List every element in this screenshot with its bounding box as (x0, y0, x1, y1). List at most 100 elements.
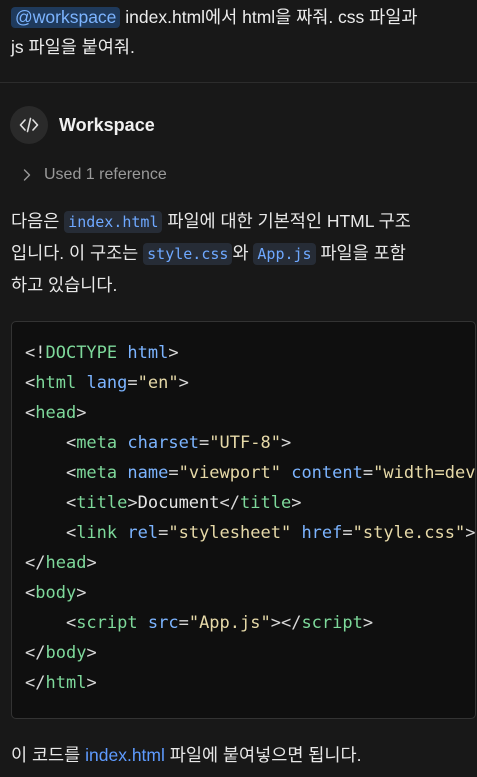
code-token: html (45, 673, 87, 693)
code-token: href (301, 523, 343, 543)
user-message-line-2: js 파일을 붙여줘. (11, 37, 135, 57)
code-token: "viewport" (178, 463, 281, 483)
code-token: </ (25, 553, 46, 573)
code-token: </ (219, 493, 240, 513)
code-token: "en" (137, 373, 179, 393)
code-line: <html lang="en"> (25, 368, 475, 398)
code-token: = (199, 433, 210, 453)
code-token: content (291, 463, 363, 483)
chevron-right-icon (22, 168, 32, 182)
code-token: > (127, 493, 138, 513)
code-token: < (25, 433, 77, 453)
code-token: "App.js" (188, 613, 271, 633)
references-toggle[interactable]: Used 1 reference (22, 162, 167, 188)
code-token: = (158, 523, 169, 543)
code-token: < (25, 583, 36, 603)
code-token: < (25, 403, 36, 423)
code-token: link (76, 523, 118, 543)
code-icon (10, 106, 48, 144)
user-message: @workspace index.html에서 html을 짜줘. css 파일… (11, 2, 473, 62)
code-token: rel (127, 523, 159, 543)
code-token: < (25, 493, 77, 513)
workspace-mention[interactable]: @workspace (11, 7, 121, 28)
code-line: <meta charset="UTF-8"> (25, 428, 475, 458)
code-line: <meta name="viewport" content="width=dev… (25, 458, 476, 488)
message-divider (0, 82, 477, 83)
code-token: = (168, 463, 179, 483)
code-token: script (76, 613, 138, 633)
code-token: charset (127, 433, 200, 453)
code-line: </body> (25, 638, 475, 668)
code-token: head (45, 553, 87, 573)
code-line: <!DOCTYPE html> (25, 338, 475, 368)
code-token: = (342, 523, 353, 543)
response-line-1: 다음은 index.html 파일에 대한 기본적인 HTML 구조 (11, 206, 477, 238)
code-token: </ (25, 643, 46, 663)
code-line: <script src="App.js"></script> (25, 608, 475, 638)
code-token: body (35, 583, 77, 603)
response-text: 파일에 대한 기본적인 HTML 구조 (162, 211, 411, 231)
code-token: = (362, 463, 374, 483)
code-content: <!DOCTYPE html> <html lang="en"> <head> <m… (25, 338, 476, 698)
code-token: "stylesheet" (168, 523, 292, 543)
response-line-2: 입니다. 이 구조는 style.css 와 App.js 파일을 포함 (11, 238, 477, 270)
code-line: <head> (25, 398, 475, 428)
code-token: name (127, 463, 169, 483)
code-token: < (25, 613, 77, 633)
code-token: meta (76, 433, 118, 453)
code-token: > (362, 613, 374, 633)
code-token: "width=device-width, initial-scale=1.0" (373, 463, 476, 483)
code-token: > (76, 583, 87, 603)
code-token: src (147, 613, 179, 633)
code-token: > (465, 523, 476, 543)
code-token: DOCTYPE (45, 343, 118, 363)
code-token: head (35, 403, 77, 423)
code-token: "UTF-8" (209, 433, 281, 453)
code-token: = (178, 613, 189, 633)
code-token: lang (86, 373, 128, 393)
code-token: html (127, 343, 169, 363)
code-token: meta (76, 463, 118, 483)
code-line: </head> (25, 548, 475, 578)
code-token: ></ (270, 613, 302, 633)
code-token: "style.css" (352, 523, 466, 543)
user-message-line-1: @workspace index.html에서 html을 짜줘. css 파일… (11, 2, 473, 32)
code-token: > (291, 493, 302, 513)
code-token: html (35, 373, 77, 393)
response-line-3: 하고 있습니다. (11, 275, 118, 295)
code-token: script (301, 613, 363, 633)
code-token: > (280, 433, 292, 453)
inline-code-style-css: style.css (143, 243, 233, 265)
code-line: </html> (25, 668, 475, 698)
code-token: body (45, 643, 87, 663)
code-token: > (86, 643, 97, 663)
code-token: > (86, 673, 97, 693)
inline-code-app-js: App.js (253, 243, 316, 265)
code-block[interactable]: <!DOCTYPE html> <html lang="en"> <head> <m… (11, 321, 476, 719)
code-token: <! (25, 343, 46, 363)
code-token: title (76, 493, 128, 513)
footer-text-part: 이 코드를 (11, 745, 86, 765)
response-paragraph: 다음은 index.html 파일에 대한 기본적인 HTML 구조 입니다. … (11, 206, 477, 301)
code-line: <body> (25, 578, 475, 608)
code-token: > (76, 403, 87, 423)
references-label: Used 1 reference (44, 166, 167, 183)
workspace-title: Workspace (59, 114, 155, 135)
response-text: 다음은 (11, 211, 65, 231)
file-link-index-html[interactable]: index.html (85, 745, 165, 765)
footer-text-part: 파일에 붙여넣으면 됩니다. (164, 745, 362, 765)
code-token: > (86, 553, 97, 573)
code-line: <link rel="stylesheet" href="style.css"> (25, 518, 476, 548)
code-token: < (25, 463, 77, 483)
response-text: 와 (232, 243, 254, 263)
code-token: < (25, 523, 77, 543)
inline-code-index-html: index.html (64, 211, 163, 233)
